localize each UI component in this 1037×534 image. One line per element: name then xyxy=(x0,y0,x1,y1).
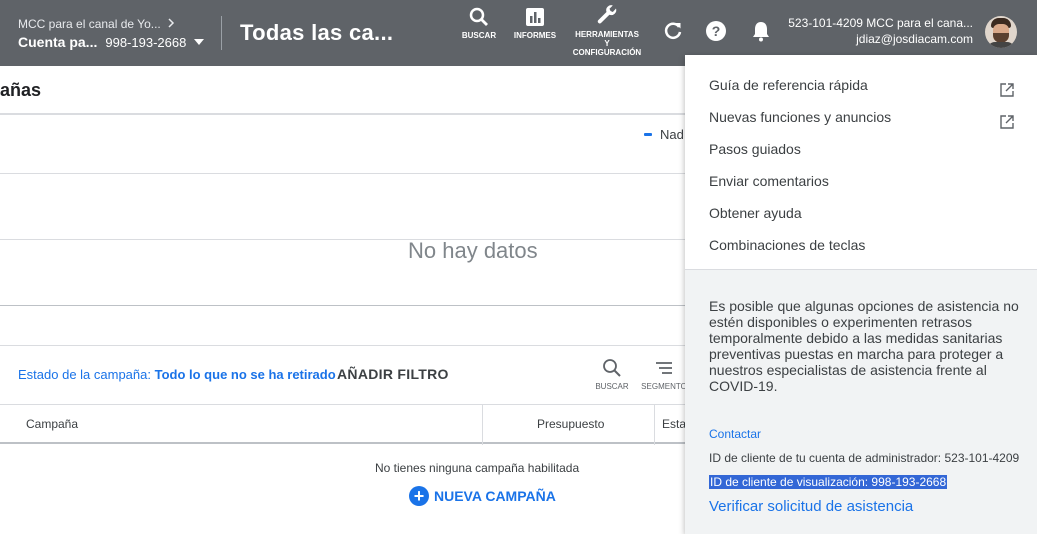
help-item-guided-steps[interactable]: Pasos guiados xyxy=(685,133,1037,165)
column-header-budget[interactable]: Presupuesto xyxy=(537,417,604,431)
chart-legend[interactable]: Nad xyxy=(644,127,684,142)
filter-bar: Estado de la campaña: Todo lo que no se … xyxy=(0,346,700,404)
admin-client-id: ID de cliente de tu cuenta de administra… xyxy=(709,451,1020,465)
reports-tool-label: INFORMES xyxy=(513,31,557,40)
svg-text:?: ? xyxy=(712,23,721,39)
column-header-status[interactable]: Esta xyxy=(662,417,686,431)
segment-button[interactable]: SEGMENTO xyxy=(641,358,687,391)
status-filter-value: Todo lo que no se ha retirado xyxy=(154,367,336,382)
column-separator xyxy=(482,405,483,445)
tools-settings-button[interactable]: HERRAMIENTAS Y CONFIGURACIÓN xyxy=(572,3,642,57)
account-selector[interactable]: Cuenta pa... 998-193-2668 xyxy=(18,34,205,50)
refresh-icon xyxy=(664,22,682,39)
user-email[interactable]: jdiaz@josdiacam.com xyxy=(856,32,973,46)
segment-label: SEGMENTO xyxy=(641,382,687,391)
bell-icon xyxy=(753,22,769,42)
user-account-label[interactable]: 523-101-4209 MCC para el cana... xyxy=(788,16,973,30)
tools-label-line1: HERRAMIENTAS xyxy=(575,30,639,39)
help-item-label: Guía de referencia rápida xyxy=(709,77,868,93)
help-item-label: Nuevas funciones y anuncios xyxy=(709,109,892,125)
column-header-campaign[interactable]: Campaña xyxy=(26,417,78,431)
view-client-id: ID de cliente de visualización: 998-193-… xyxy=(709,475,948,489)
chevron-right-icon xyxy=(167,17,175,31)
tools-label-line2: Y xyxy=(604,39,610,48)
empty-table-message: No tienes ninguna campaña habilitada xyxy=(375,461,580,475)
header-divider xyxy=(221,16,222,50)
legend-swatch xyxy=(644,133,652,136)
wrench-icon xyxy=(597,5,617,24)
help-item-get-help[interactable]: Obtener ayuda xyxy=(685,197,1037,229)
legend-label: Nad xyxy=(660,127,684,142)
help-info-section: Es posible que algunas opciones de asist… xyxy=(685,269,1037,534)
account-name: Cuenta pa... xyxy=(18,34,98,50)
caret-down-icon xyxy=(194,39,205,45)
contact-link[interactable]: Contactar xyxy=(709,427,761,441)
help-button[interactable]: ? xyxy=(705,20,727,47)
status-filter-chip[interactable]: Estado de la campaña: Todo lo que no se … xyxy=(18,367,336,382)
refresh-button[interactable] xyxy=(662,20,684,47)
chart-gridline-1 xyxy=(0,173,685,174)
account-id: 998-193-2668 xyxy=(105,34,187,50)
table-header: Campaña Presupuesto Esta xyxy=(0,404,700,445)
search-icon xyxy=(603,359,621,377)
segment-lines-icon xyxy=(656,362,672,374)
status-filter-label: Estado de la campaña: xyxy=(18,367,151,382)
verify-support-link[interactable]: Verificar solicitud de asistencia xyxy=(709,498,913,515)
tools-label-line3: CONFIGURACIÓN xyxy=(572,48,642,57)
notifications-button[interactable] xyxy=(750,20,772,47)
help-item-keyboard-shortcuts[interactable]: Combinaciones de teclas xyxy=(685,229,1037,261)
add-circle-icon: + xyxy=(409,486,429,506)
add-filter-button[interactable]: AÑADIR FILTRO xyxy=(337,366,449,382)
section-title: añas xyxy=(0,80,42,100)
help-item-send-feedback[interactable]: Enviar comentarios xyxy=(685,165,1037,197)
help-item-quick-reference[interactable]: Guía de referencia rápida xyxy=(685,69,1037,101)
no-data-message: No hay datos xyxy=(408,238,538,263)
chart-gridline-2 xyxy=(0,239,685,240)
help-item-label: Obtener ayuda xyxy=(709,205,802,221)
page-title: Todas las ca... xyxy=(240,20,394,45)
mcc-breadcrumb[interactable]: MCC para el canal de Yo... xyxy=(18,17,175,31)
help-item-new-features[interactable]: Nuevas funciones y anuncios xyxy=(685,101,1037,133)
search-icon xyxy=(469,7,488,26)
table-search-label: BUSCAR xyxy=(595,382,629,391)
new-campaign-label: NUEVA CAMPAÑA xyxy=(434,488,556,504)
help-item-label: Combinaciones de teclas xyxy=(709,237,866,253)
help-item-label: Enviar comentarios xyxy=(709,173,829,189)
covid-notice: Es posible que algunas opciones de asist… xyxy=(709,298,1019,394)
help-icon: ? xyxy=(706,21,726,41)
table-search-button[interactable]: BUSCAR xyxy=(594,358,630,391)
new-campaign-button[interactable]: + NUEVA CAMPAÑA xyxy=(409,486,556,506)
chart-baseline xyxy=(0,305,685,306)
help-panel: Guía de referencia rápida Nuevas funcion… xyxy=(685,55,1037,534)
help-menu: Guía de referencia rápida Nuevas funcion… xyxy=(685,55,1037,269)
reports-tool-button[interactable]: INFORMES xyxy=(513,6,557,40)
search-tool-label: BUSCAR xyxy=(461,31,497,40)
avatar[interactable] xyxy=(985,16,1017,48)
bar-chart-icon xyxy=(526,8,544,26)
column-separator xyxy=(654,405,655,445)
section-divider xyxy=(0,113,685,115)
help-item-label: Pasos guiados xyxy=(709,141,801,157)
search-tool-button[interactable]: BUSCAR xyxy=(461,6,497,40)
mcc-label: MCC para el canal de Yo... xyxy=(18,17,161,31)
